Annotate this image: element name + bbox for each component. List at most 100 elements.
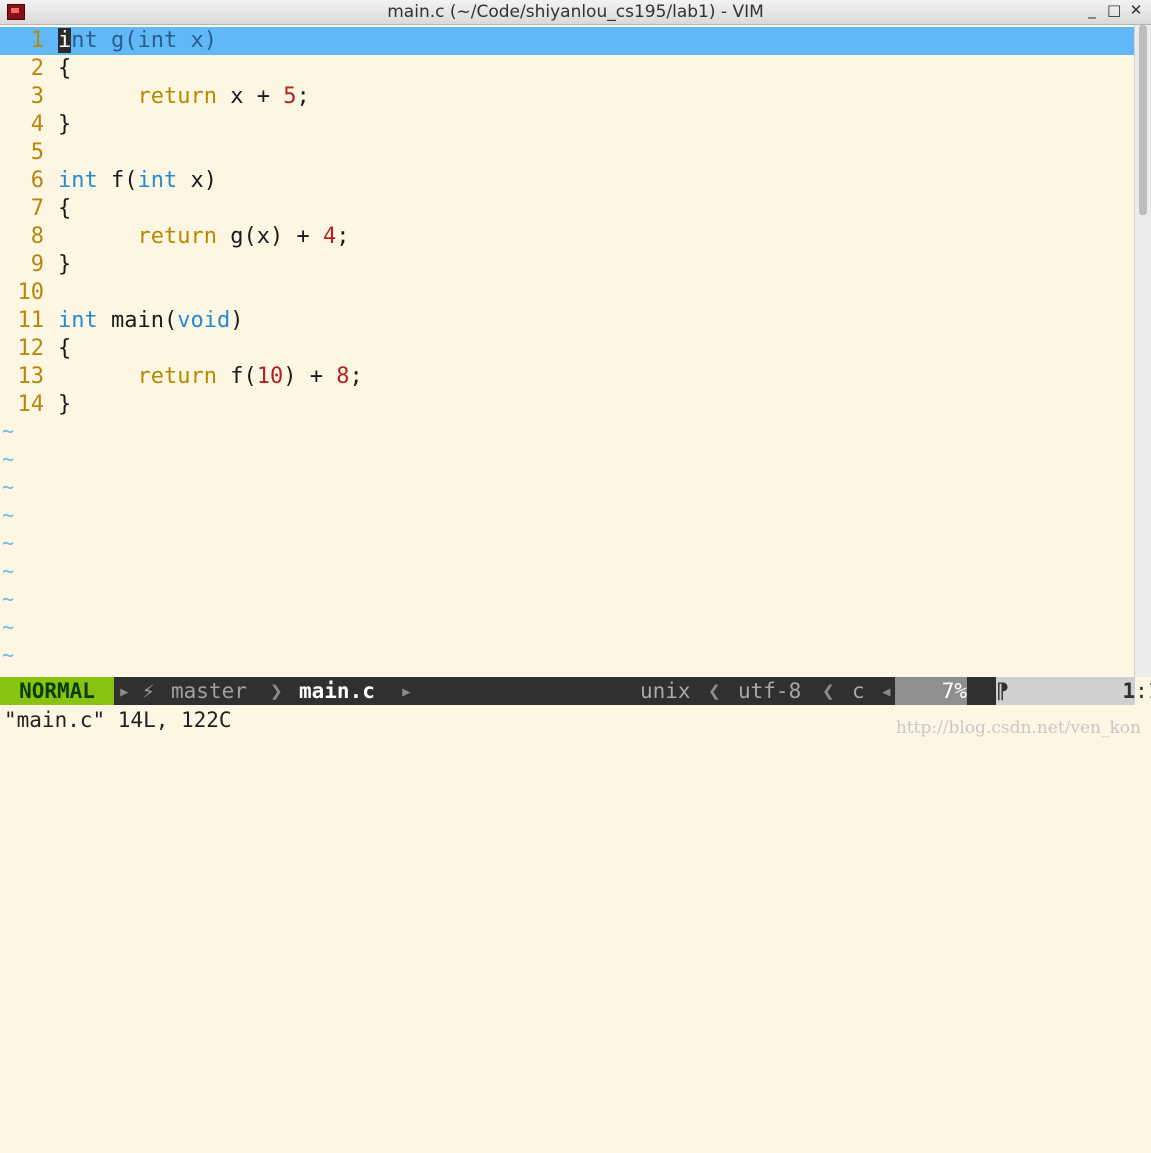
code-token: 5 (283, 84, 297, 109)
empty-line-tilde: ~ (2, 587, 15, 611)
line-code[interactable]: } (58, 391, 71, 419)
code-line[interactable]: 14} (0, 391, 1135, 419)
scroll-percent: 7% (895, 677, 967, 705)
scrollbar-thumb[interactable] (1139, 25, 1147, 215)
line-code[interactable]: { (58, 335, 71, 363)
code-token: ; (349, 364, 363, 389)
code-token: return (137, 84, 217, 109)
code-token: { (58, 56, 72, 81)
text-cursor: i (58, 28, 72, 53)
line-number: 13 (17, 364, 45, 389)
fileformat: unix (640, 679, 691, 703)
branch-icon: ⚡ (142, 679, 155, 703)
code-token: return (137, 364, 217, 389)
code-token: int (137, 168, 178, 193)
command-line[interactable]: "main.c" 14L, 122C http://blog.csdn.net/… (0, 705, 1151, 745)
close-button[interactable]: ✕ (1129, 1, 1143, 19)
file-encoding: utf-8 (738, 679, 802, 703)
code-line[interactable]: 10 (0, 279, 1135, 307)
code-token: ) + (283, 364, 337, 389)
line-code[interactable]: int main(void) (58, 307, 243, 335)
line-number: 5 (30, 140, 44, 165)
code-token: int (58, 308, 98, 333)
mode-indicator: NORMAL (0, 677, 114, 705)
line-code[interactable]: } (58, 251, 71, 279)
maximize-button[interactable]: □ (1107, 1, 1121, 19)
code-token: f( (216, 364, 257, 389)
code-token: 8 (336, 364, 350, 389)
line-number: 9 (30, 252, 44, 277)
separator-chevron-icon: ❮ (708, 679, 721, 703)
separator-chevron-icon: ❯ (270, 679, 283, 703)
line-code[interactable]: { (58, 195, 71, 223)
code-line[interactable]: 12 { (0, 335, 1135, 363)
code-line[interactable]: 11 int main(void) (0, 307, 1135, 335)
line-code[interactable]: return g(x) + 4; (58, 223, 349, 251)
window-controls: _ □ ✕ (1085, 1, 1143, 19)
window-title: main.c (~/Code/shiyanlou_cs195/lab1) - V… (387, 2, 764, 22)
line-number: 1 (30, 28, 44, 53)
filetype: c (852, 679, 865, 703)
vim-window: main.c (~/Code/shiyanlou_cs195/lab1) - V… (0, 0, 1151, 745)
code-line[interactable]: 9} (0, 251, 1135, 279)
code-line[interactable]: 4} (0, 111, 1135, 139)
code-token: ; (336, 224, 350, 249)
line-number: 6 (30, 168, 44, 193)
code-token: g(x) + (216, 224, 323, 249)
line-code[interactable]: } (58, 111, 71, 139)
code-line[interactable]: 8 return g(x) + 4; (0, 223, 1135, 251)
empty-line-tilde: ~ (2, 559, 15, 583)
code-token: 4 (322, 224, 337, 249)
line-icon: ⁋ (996, 679, 1009, 703)
code-line[interactable]: 7{ (0, 195, 1135, 223)
code-token: main( (97, 308, 178, 333)
watermark: http://blog.csdn.net/ven_kon (895, 718, 1141, 738)
line-number: 12 (17, 336, 45, 361)
separator-arrow-icon: ▸ (400, 679, 413, 703)
code-token: } (58, 392, 72, 417)
code-token: } (58, 252, 72, 277)
code-line[interactable]: 13 return f(10) + 8; (0, 363, 1135, 391)
line-number: 4 (30, 112, 44, 137)
code-line[interactable]: 2{ (0, 55, 1135, 83)
code-line-current[interactable]: 1 int g(int x) (0, 27, 1135, 55)
line-number: 8 (30, 224, 44, 249)
code-token: x) (177, 28, 217, 53)
line-number: 10 (17, 280, 45, 305)
separator-arrow-icon: ▸ (118, 679, 131, 703)
scrollbar[interactable] (1134, 25, 1151, 677)
code-token: 10 (256, 364, 284, 389)
cursor-line: 1 (1122, 679, 1136, 703)
code-token: ; (296, 84, 310, 109)
code-token: } (58, 112, 72, 137)
editor-buffer[interactable]: 1 int g(int x) 2{3 return x + 5; 4} 5 6 int f(… (0, 25, 1135, 677)
git-branch: master (171, 679, 247, 703)
line-code[interactable]: int f(int x) (58, 167, 217, 195)
line-code[interactable]: return x + 5; (58, 83, 310, 111)
empty-line-tilde: ~ (2, 615, 15, 639)
empty-line-tilde: ~ (2, 475, 15, 499)
code-line[interactable]: 5 (0, 139, 1135, 167)
code-token: nt (71, 28, 98, 53)
code-token: ) (230, 308, 244, 333)
empty-line-tilde: ~ (2, 447, 15, 471)
code-token: void (177, 308, 231, 333)
code-token: x) (177, 168, 217, 193)
line-code[interactable]: int g(int x) (58, 27, 217, 55)
code-line[interactable]: 6 int f(int x) (0, 167, 1135, 195)
line-number: 14 (17, 392, 45, 417)
title-bar[interactable]: main.c (~/Code/shiyanlou_cs195/lab1) - V… (0, 0, 1151, 25)
separator-arrow-icon: ◂ (880, 679, 893, 703)
file-info-message: "main.c" 14L, 122C (4, 708, 232, 732)
code-token: return (137, 224, 217, 249)
code-token: { (58, 196, 72, 221)
minimize-button[interactable]: _ (1085, 1, 1099, 19)
line-code[interactable]: { (58, 55, 71, 83)
line-code[interactable]: return f(10) + 8; (58, 363, 363, 391)
code-token: int (137, 28, 178, 53)
empty-line-tilde: ~ (2, 503, 15, 527)
status-filename: main.c (299, 679, 375, 703)
code-line[interactable]: 3 return x + 5; (0, 83, 1135, 111)
